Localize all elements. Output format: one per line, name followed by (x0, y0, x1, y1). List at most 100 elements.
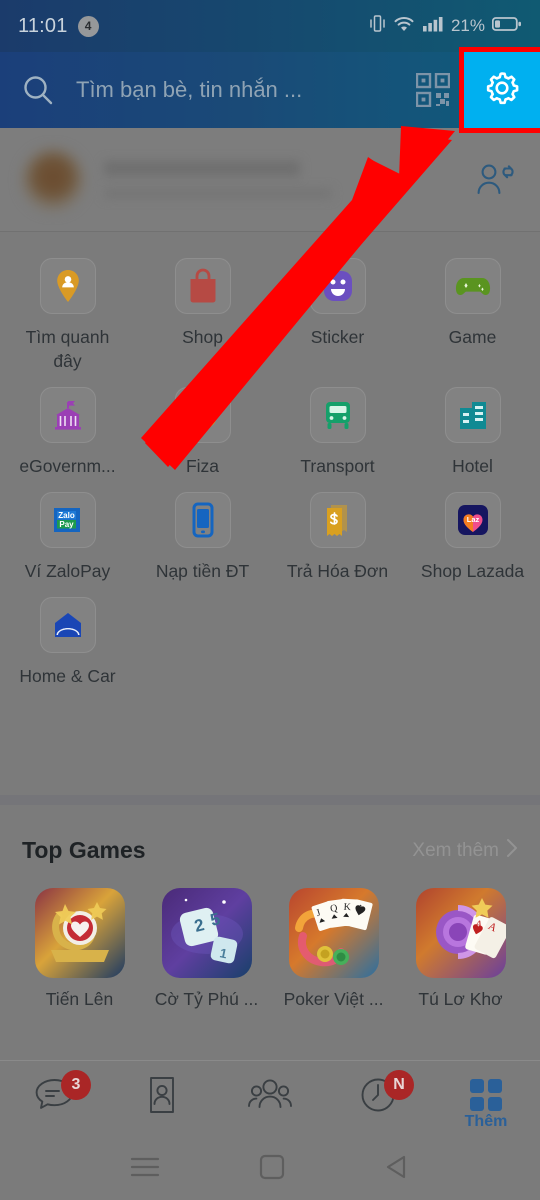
contacts-card-icon (143, 1073, 181, 1117)
signal-icon (422, 14, 444, 38)
game-item-label: Poker Việt ... (283, 989, 384, 1009)
app-grid-item[interactable]: Game (405, 258, 540, 373)
mobile-topup-icon (174, 492, 231, 548)
svg-text:K: K (343, 902, 352, 913)
bus-icon (309, 387, 366, 443)
profile-text (104, 161, 472, 198)
app-grid-item[interactable]: Zalo Pay Ví ZaloPay (0, 492, 135, 583)
app-grid-item-label: Ví ZaloPay (24, 561, 111, 581)
tab-badge: N (384, 1070, 414, 1100)
game-item-label: Cờ Tỷ Phú ... (154, 989, 259, 1009)
game-item[interactable]: Tiến Lên (22, 888, 137, 1010)
game-item[interactable]: JQKA Poker Việt ... (276, 888, 391, 1010)
home-car-icon (39, 597, 96, 653)
location-pin-person-icon (39, 258, 96, 314)
app-grid-item[interactable]: Trả Hóa Đơn (270, 492, 405, 583)
app-grid-item-label: Shop (182, 327, 223, 347)
tab-messages[interactable]: 3 (0, 1061, 108, 1117)
app-grid-item[interactable]: Fiza (135, 387, 270, 478)
app-grid: Tìm quanh đây Shop Sticker Game eGovernm... F… (0, 258, 540, 688)
app-grid-item-label: Sticker (310, 327, 365, 347)
section-divider (0, 795, 540, 805)
search-input[interactable]: Tìm bạn bè, tin nhắn ... (76, 77, 402, 103)
status-bar: 11:01 4 21% (0, 0, 540, 52)
app-grid-item[interactable]: Transport (270, 387, 405, 478)
chevron-right-icon (506, 838, 518, 864)
top-games-more-label: Xem thêm (412, 839, 499, 861)
game-item[interactable]: 2 5 1 Cờ Tỷ Phú ... (149, 888, 264, 1010)
app-grid-item-label: Shop Lazada (420, 561, 525, 581)
hotel-building-icon (444, 387, 501, 443)
top-games-title: Top Games (22, 837, 146, 863)
smiley-sticker-icon (309, 258, 366, 314)
people-group-icon (246, 1073, 294, 1117)
app-grid-item[interactable]: Sticker (270, 258, 405, 373)
avatar[interactable] (22, 148, 84, 211)
status-bar-right: 21% (369, 14, 522, 38)
top-games-list: Tiến Lên 251 Cờ Tỷ Phú ... JQKA Poker Việt .… (22, 888, 518, 1010)
tab-contacts[interactable] (108, 1061, 216, 1117)
app-grid-item-label: Fiza (185, 456, 220, 476)
app-header: Tìm bạn bè, tin nhắn ... (0, 52, 540, 128)
app-grid-item[interactable]: Laz Shop Lazada (405, 492, 540, 583)
profile-name (104, 161, 300, 176)
qr-code-icon[interactable] (402, 73, 464, 107)
status-bar-notification-badge: 4 (77, 15, 99, 37)
invoice-bill-icon (309, 492, 366, 548)
app-grid-item[interactable]: Shop (135, 258, 270, 373)
game-item-label: Tú Lơ Khơ (418, 989, 503, 1009)
tab-groups[interactable] (216, 1061, 324, 1117)
app-grid-item-label: Home & Car (19, 666, 116, 686)
app-grid-item-label: Nạp tiền ĐT (155, 561, 250, 581)
clock-timeline-icon: N (358, 1070, 414, 1117)
app-grid-item-label: Hotel (452, 456, 493, 476)
app-grid-item-label: Tìm quanh đây (25, 327, 110, 371)
shopping-bag-icon (174, 258, 231, 314)
vibrate-icon (369, 14, 386, 38)
hamburger-recents-icon[interactable] (129, 1154, 161, 1185)
government-building-icon (39, 387, 96, 443)
message-bubble-icon: 3 (33, 1070, 91, 1117)
app-grid-item-label: Trả Hóa Đơn (286, 561, 389, 581)
triangle-back-icon[interactable] (383, 1153, 411, 1186)
top-games-section: Top Games Xem thêm Tiến Lên 2 5 1 Cờ Tỷ Phú … (0, 805, 540, 1060)
svg-text:Laz: Laz (466, 515, 479, 524)
tu-lo-kho-game-thumb: AA (415, 888, 506, 978)
tien-len-game-thumb (34, 888, 125, 978)
app-grid-item-label: eGovernm... (19, 456, 116, 476)
top-games-more-link[interactable]: Xem thêm (412, 838, 518, 864)
svg-text:Pay: Pay (59, 520, 74, 529)
gear-icon (481, 67, 523, 114)
square-home-icon[interactable] (258, 1153, 286, 1186)
status-bar-left: 11:01 4 (18, 15, 99, 38)
zalopay-wallet-icon: Zalo Pay (39, 492, 96, 548)
profile-row[interactable] (0, 128, 540, 232)
wifi-icon (393, 14, 415, 38)
app-grid-section: Tìm quanh đây Shop Sticker Game eGovernm... F… (0, 232, 540, 795)
tab-timeline[interactable]: N (324, 1061, 432, 1117)
grid-squares-icon (468, 1073, 504, 1117)
game-item[interactable]: A A Tú Lơ Khơ (403, 888, 518, 1010)
app-grid-item[interactable]: Home & Car (0, 597, 135, 688)
app-grid-item[interactable]: eGovernm... (0, 387, 135, 478)
app-grid-item[interactable]: Hotel (405, 387, 540, 478)
app-grid-item[interactable]: Tìm quanh đây (0, 258, 135, 373)
top-games-header: Top Games Xem thêm (22, 805, 518, 864)
app-grid-item[interactable]: Nạp tiền ĐT (135, 492, 270, 583)
lazada-shop-icon: Laz (444, 492, 501, 548)
battery-icon (491, 15, 522, 38)
system-navigation-bar (0, 1138, 540, 1200)
game-item-label: Tiến Lên (45, 989, 114, 1009)
profile-subtitle (104, 189, 332, 198)
dollar-coin-icon (174, 387, 231, 443)
bottom-tab-bar: 3 N Thêm (0, 1060, 540, 1138)
tab-more[interactable]: Thêm (432, 1061, 540, 1131)
status-bar-clock: 11:01 (18, 14, 68, 37)
app-grid-item-label: Game (448, 327, 497, 347)
poker-viet-game-thumb: JQKA (288, 888, 379, 978)
search-icon[interactable] (0, 73, 76, 107)
settings-button[interactable] (464, 52, 540, 128)
tab-badge: 3 (61, 1070, 91, 1100)
co-ty-phu-game-thumb: 251 (161, 888, 252, 978)
add-friend-icon[interactable] (472, 162, 518, 198)
